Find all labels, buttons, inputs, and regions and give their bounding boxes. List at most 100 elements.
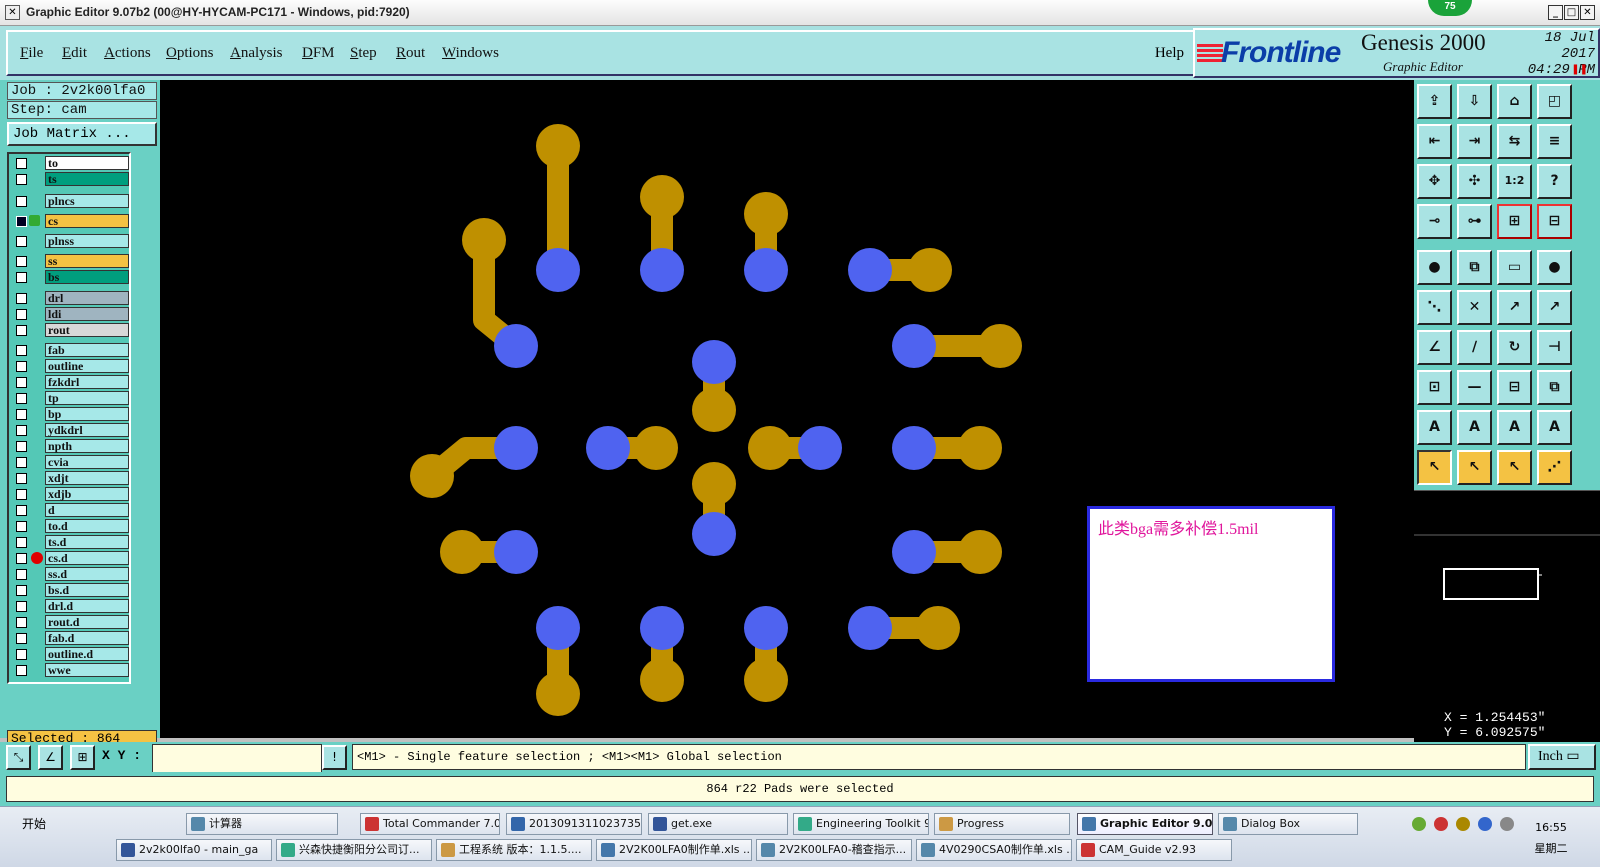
layer-row-cvia[interactable]: cvia bbox=[11, 455, 131, 469]
add-net-icon[interactable]: ⋱ bbox=[1417, 290, 1452, 325]
layer-checkbox[interactable] bbox=[16, 665, 27, 676]
selected-pad[interactable] bbox=[892, 530, 936, 574]
select2-icon[interactable]: ↖ bbox=[1457, 450, 1492, 485]
taskbar-item[interactable]: 2V2K00LFA0-稽查指示... bbox=[756, 839, 912, 861]
selected-pad[interactable] bbox=[494, 530, 538, 574]
home-icon[interactable]: ⌂ bbox=[1497, 84, 1532, 119]
save-icon[interactable]: ⇩ bbox=[1457, 84, 1492, 119]
text-icon[interactable]: A bbox=[1417, 410, 1452, 445]
layer-checkbox[interactable] bbox=[16, 505, 27, 516]
zoom-back-icon[interactable]: ⇤ bbox=[1417, 124, 1452, 159]
net-red2-icon[interactable]: ⊟ bbox=[1537, 204, 1572, 239]
trace-end-pad[interactable] bbox=[744, 192, 788, 236]
tray-icon[interactable] bbox=[1412, 817, 1426, 831]
info-icon[interactable]: ! bbox=[322, 745, 347, 770]
layer-checkbox[interactable] bbox=[16, 633, 27, 644]
layer-checkbox[interactable] bbox=[16, 293, 27, 304]
layer-checkbox[interactable] bbox=[16, 345, 27, 356]
pause-icon[interactable]: ❚❚ bbox=[1571, 64, 1588, 75]
maximize-button[interactable]: □ bbox=[1564, 5, 1579, 20]
layer-checkbox[interactable] bbox=[16, 216, 27, 227]
layer-checkbox[interactable] bbox=[16, 441, 27, 452]
taskbar-item[interactable]: 20130913110237359... bbox=[506, 813, 642, 835]
taskbar-item[interactable]: 兴森快捷衡阳分公司订... bbox=[276, 839, 432, 861]
bga-pad-feature[interactable] bbox=[586, 426, 678, 470]
layer-checkbox[interactable] bbox=[16, 601, 27, 612]
layer-row-xdjb[interactable]: xdjb bbox=[11, 487, 131, 501]
snap-icon[interactable]: ● bbox=[1417, 250, 1452, 285]
select4-icon[interactable]: ⋰ bbox=[1537, 450, 1572, 485]
taskbar-item[interactable]: 工程系统 版本：1.1.5.... bbox=[436, 839, 592, 861]
bga-pad-feature[interactable] bbox=[692, 340, 736, 432]
bga-pad-feature[interactable] bbox=[640, 175, 684, 292]
layer-checkbox[interactable] bbox=[16, 309, 27, 320]
layer-row-plncs[interactable]: plncs bbox=[11, 194, 131, 208]
layer-row-bs[interactable]: bs bbox=[11, 270, 131, 284]
layer-row-cs-d[interactable]: cs.d bbox=[11, 551, 131, 565]
menu-actions[interactable]: Actions bbox=[104, 45, 151, 62]
layer-row-outline-d[interactable]: outline.d bbox=[11, 647, 131, 661]
bga-pad-feature[interactable] bbox=[440, 530, 538, 574]
trace-end-pad[interactable] bbox=[744, 658, 788, 702]
tray-icon[interactable] bbox=[1500, 817, 1514, 831]
zoom-fit-icon[interactable]: ✥ bbox=[1417, 164, 1452, 199]
taskbar-item[interactable]: CAM_Guide v2.93 bbox=[1076, 839, 1232, 861]
pad-edit-icon[interactable]: ⊡ bbox=[1417, 370, 1452, 405]
select-icon[interactable]: ↖ bbox=[1417, 450, 1452, 485]
menu-help[interactable]: Help bbox=[1155, 45, 1184, 62]
layer-checkbox[interactable] bbox=[16, 377, 27, 388]
taskbar-item[interactable]: Engineering Toolkit 9.... bbox=[793, 813, 929, 835]
selected-pad[interactable] bbox=[892, 426, 936, 470]
bga-pad-feature[interactable] bbox=[892, 426, 1002, 470]
selected-pad[interactable] bbox=[640, 248, 684, 292]
layer-checkbox[interactable] bbox=[16, 457, 27, 468]
selected-pad[interactable] bbox=[494, 426, 538, 470]
layer-checkbox[interactable] bbox=[16, 196, 27, 207]
layer-row-outline[interactable]: outline bbox=[11, 359, 131, 373]
layer-row-ldi[interactable]: ldi bbox=[11, 307, 131, 321]
trace-end-pad[interactable] bbox=[958, 426, 1002, 470]
close-button[interactable]: ✕ bbox=[1580, 5, 1595, 20]
layer-checkbox[interactable] bbox=[16, 425, 27, 436]
layer-row-to[interactable]: to bbox=[11, 156, 131, 170]
trace-end-pad[interactable] bbox=[536, 124, 580, 168]
pad-icon[interactable]: ● bbox=[1537, 250, 1572, 285]
menu-edit[interactable]: Edit bbox=[62, 45, 87, 62]
bga-pad-feature[interactable] bbox=[848, 248, 952, 292]
trace-end-pad[interactable] bbox=[410, 454, 454, 498]
bga-pad-feature[interactable] bbox=[410, 426, 538, 498]
selected-pad[interactable] bbox=[892, 324, 936, 368]
line3-icon[interactable]: — bbox=[1457, 370, 1492, 405]
zoom-icon[interactable]: ⤡ bbox=[6, 745, 31, 770]
layer-row-fab-d[interactable]: fab.d bbox=[11, 631, 131, 645]
layer-checkbox[interactable] bbox=[16, 158, 27, 169]
trace-end-pad[interactable] bbox=[748, 426, 792, 470]
open-step-icon[interactable]: ⇪ bbox=[1417, 84, 1452, 119]
layer-row-drl-d[interactable]: drl.d bbox=[11, 599, 131, 613]
start-button[interactable]: 开始 bbox=[2, 813, 60, 835]
ruler-icon[interactable]: ▭ bbox=[1497, 250, 1532, 285]
bga-pad-feature[interactable] bbox=[744, 192, 788, 292]
trace-end-pad[interactable] bbox=[462, 218, 506, 262]
layer-row-ss-d[interactable]: ss.d bbox=[11, 567, 131, 581]
line-icon[interactable]: ∠ bbox=[1417, 330, 1452, 365]
minimize-button[interactable]: _ bbox=[1548, 5, 1563, 20]
layer-checkbox[interactable] bbox=[16, 649, 27, 660]
resize-icon[interactable]: ⊣ bbox=[1537, 330, 1572, 365]
layer-checkbox[interactable] bbox=[16, 553, 27, 564]
layer-checkbox[interactable] bbox=[16, 256, 27, 267]
layer-checkbox[interactable] bbox=[16, 174, 27, 185]
help-icon[interactable]: ? bbox=[1537, 164, 1572, 199]
taskbar-item[interactable]: get.exe bbox=[648, 813, 788, 835]
select3-icon[interactable]: ↖ bbox=[1497, 450, 1532, 485]
trace-end-pad[interactable] bbox=[692, 462, 736, 506]
layers-icon[interactable]: ≡ bbox=[1537, 124, 1572, 159]
align-icon[interactable]: ⊟ bbox=[1497, 370, 1532, 405]
selected-pad[interactable] bbox=[692, 512, 736, 556]
measure-icon[interactable]: ⊸ bbox=[1417, 204, 1452, 239]
layer-checkbox[interactable] bbox=[16, 409, 27, 420]
layer-checkbox[interactable] bbox=[16, 521, 27, 532]
probe-icon[interactable]: ⊶ bbox=[1457, 204, 1492, 239]
layer-checkbox[interactable] bbox=[16, 585, 27, 596]
bga-pad-feature[interactable] bbox=[536, 124, 580, 292]
